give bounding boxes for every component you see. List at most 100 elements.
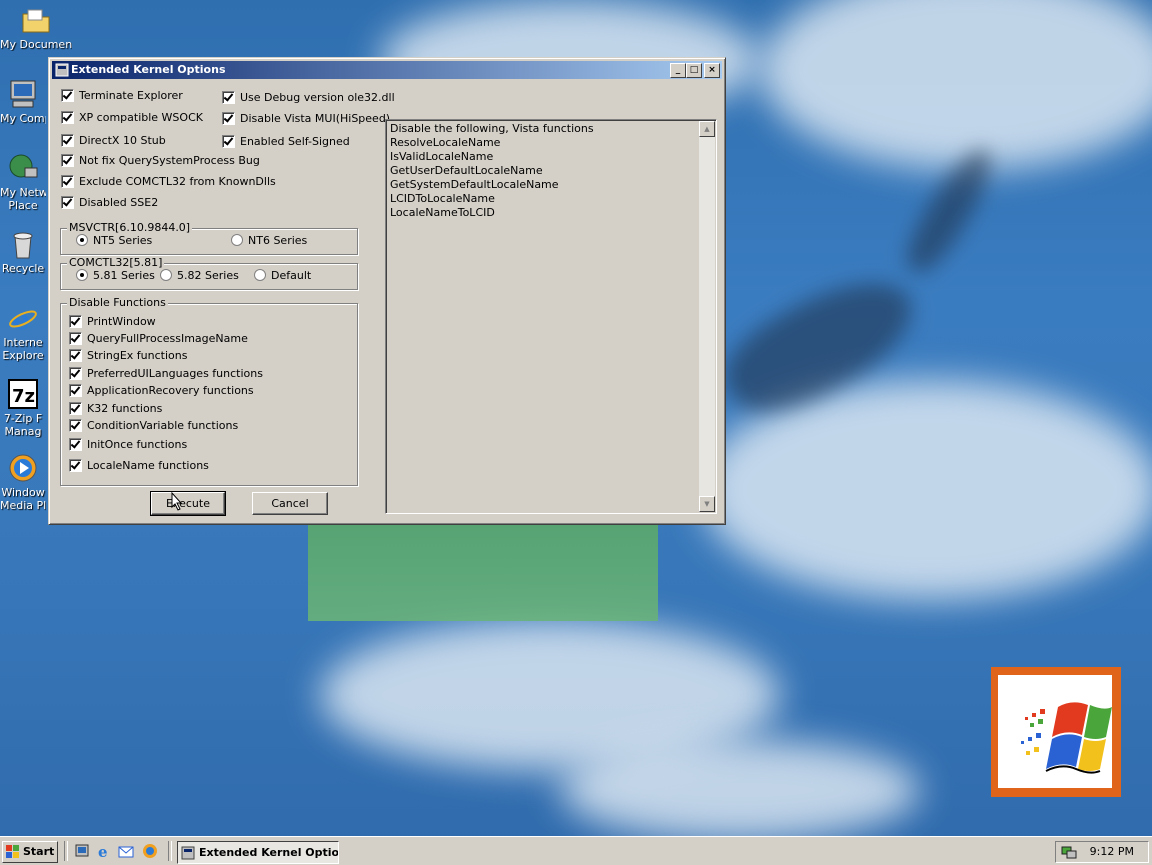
internet-explorer-icon: e: [7, 302, 39, 336]
scroll-down-icon[interactable]: ▼: [699, 496, 715, 512]
start-button[interactable]: Start: [2, 841, 58, 863]
radio-nt6-series[interactable]: NT6 Series: [231, 233, 307, 249]
checkbox-debug-ole32[interactable]: Use Debug version ole32.dll: [222, 90, 395, 106]
mouse-cursor-icon: [171, 491, 183, 514]
checkbox-icon: [222, 90, 235, 104]
cancel-button[interactable]: Cancel: [252, 492, 328, 515]
info-line: ResolveLocaleName: [390, 136, 501, 149]
comctl32-group: COMCTL32[5.81] 5.81 Series 5.82 Series D…: [60, 256, 358, 290]
checkbox-query-full-process[interactable]: QueryFullProcessImageName: [69, 331, 248, 347]
windows-flag-icon: [6, 845, 20, 858]
disable-functions-group: Disable Functions PrintWindow QueryFullP…: [60, 296, 358, 486]
info-line: Disable the following, Vista functions: [390, 122, 594, 135]
checkbox-application-recovery[interactable]: ApplicationRecovery functions: [69, 383, 254, 399]
checkbox-icon: [69, 401, 82, 415]
checkbox-icon: [61, 153, 74, 167]
info-line: GetUserDefaultLocaleName: [390, 164, 543, 177]
taskbar: Start e Extended Kernel Optio... 9:12 PM: [0, 836, 1152, 865]
close-button[interactable]: ×: [704, 63, 720, 78]
checkbox-condition-variable[interactable]: ConditionVariable functions: [69, 418, 238, 434]
media-player-icon: [7, 452, 39, 484]
window-title: Extended Kernel Options: [71, 63, 226, 76]
checkbox-disabled-sse2[interactable]: Disabled SSE2: [61, 195, 158, 211]
checkbox-icon: [69, 418, 82, 432]
extended-kernel-options-window: Extended Kernel Options _ □ × Terminate …: [48, 57, 726, 525]
radio-icon: [231, 234, 243, 246]
info-textbox[interactable]: Disable the following, Vista functions R…: [385, 119, 717, 514]
taskbar-separator: [64, 841, 68, 861]
checkbox-icon: [69, 366, 82, 380]
desktop-icon-my-computer[interactable]: My Comp: [0, 78, 46, 125]
checkbox-localename[interactable]: LocaleName functions: [69, 458, 209, 474]
network-icon: [7, 152, 39, 184]
checkbox-xp-wsock[interactable]: XP compatible WSOCK: [61, 110, 203, 126]
radio-582-series[interactable]: 5.82 Series: [160, 268, 239, 284]
show-desktop-icon[interactable]: [74, 843, 90, 859]
checkbox-icon: [61, 174, 74, 188]
checkbox-disable-vista-mui[interactable]: Disable Vista MUI(HiSpeed): [222, 111, 390, 127]
7zip-icon: 7z: [7, 378, 39, 410]
vertical-scrollbar[interactable]: ▲ ▼: [699, 121, 715, 512]
recycle-bin-icon: [7, 228, 39, 260]
folder-icon: [20, 4, 52, 36]
desktop-icon-internet-explorer[interactable]: e Interne Explore: [0, 302, 46, 362]
clock[interactable]: 9:12 PM: [1090, 845, 1134, 858]
execute-button[interactable]: Execute: [150, 491, 226, 516]
desktop-icon-network-places[interactable]: My Netw Place: [0, 152, 46, 212]
outlook-express-icon[interactable]: [118, 843, 134, 859]
title-bar[interactable]: Extended Kernel Options _ □ ×: [52, 61, 722, 79]
svg-text:7z: 7z: [12, 386, 35, 407]
desktop-icon-media-player[interactable]: Window Media Pla: [0, 452, 46, 512]
taskbar-separator: [168, 841, 172, 861]
app-icon: [54, 62, 70, 78]
radio-nt5-series[interactable]: NT5 Series: [76, 233, 152, 249]
checkbox-icon: [222, 111, 235, 125]
checkbox-icon: [69, 383, 82, 397]
info-line: LCIDToLocaleName: [390, 192, 495, 205]
desktop-icon-my-documents[interactable]: My Documents: [0, 4, 72, 51]
checkbox-self-signed[interactable]: Enabled Self-Signed: [222, 134, 350, 150]
media-player-quicklaunch-icon[interactable]: [142, 843, 158, 859]
green-panel: [308, 522, 658, 621]
checkbox-icon: [69, 314, 82, 328]
checkbox-directx10-stub[interactable]: DirectX 10 Stub: [61, 133, 166, 149]
radio-icon: [76, 269, 88, 281]
app-icon: [181, 846, 197, 860]
checkbox-k32[interactable]: K32 functions: [69, 401, 162, 417]
checkbox-icon: [61, 195, 74, 209]
info-line: LocaleNameToLCID: [390, 206, 495, 219]
taskbar-item-extended-kernel-options[interactable]: Extended Kernel Optio...: [177, 841, 339, 864]
msvcrt-group: MSVCTR[6.10.9844.0] NT5 Series NT6 Serie…: [60, 221, 358, 255]
svg-text:e: e: [98, 843, 108, 859]
checkbox-icon: [61, 110, 74, 124]
checkbox-preferred-ui-languages[interactable]: PreferredUILanguages functions: [69, 366, 263, 382]
checkbox-initonce[interactable]: InitOnce functions: [69, 437, 187, 453]
checkbox-icon: [69, 331, 82, 345]
scroll-up-icon[interactable]: ▲: [699, 121, 715, 137]
checkbox-exclude-comctl32[interactable]: Exclude COMCTL32 from KnownDlls: [61, 174, 276, 190]
radio-default[interactable]: Default: [254, 268, 311, 284]
checkbox-icon: [61, 133, 74, 147]
checkbox-query-system-process[interactable]: Not fix QuerySystemProcess Bug: [61, 153, 260, 169]
checkbox-icon: [222, 134, 235, 148]
info-line: GetSystemDefaultLocaleName: [390, 178, 559, 191]
network-tray-icon[interactable]: [1061, 844, 1077, 863]
checkbox-icon: [69, 458, 82, 472]
internet-explorer-quicklaunch-icon[interactable]: e: [96, 843, 112, 861]
info-line: IsValidLocaleName: [390, 150, 494, 163]
maximize-button[interactable]: □: [686, 63, 702, 78]
radio-581-series[interactable]: 5.81 Series: [76, 268, 155, 284]
info-lines: Disable the following, Vista functions R…: [386, 120, 716, 220]
desktop-icon-7zip[interactable]: 7z 7-Zip F Manag: [0, 378, 46, 438]
computer-icon: [7, 78, 39, 110]
minimize-button[interactable]: _: [670, 63, 686, 78]
checkbox-icon: [61, 88, 74, 102]
radio-icon: [76, 234, 88, 246]
radio-icon: [254, 269, 266, 281]
windows-logo: [991, 667, 1121, 797]
checkbox-printwindow[interactable]: PrintWindow: [69, 314, 156, 330]
checkbox-stringex[interactable]: StringEx functions: [69, 348, 187, 364]
desktop-icon-recycle-bin[interactable]: Recycle: [0, 228, 46, 275]
system-tray: 9:12 PM: [1055, 841, 1149, 863]
checkbox-terminate-explorer[interactable]: Terminate Explorer: [61, 88, 183, 104]
